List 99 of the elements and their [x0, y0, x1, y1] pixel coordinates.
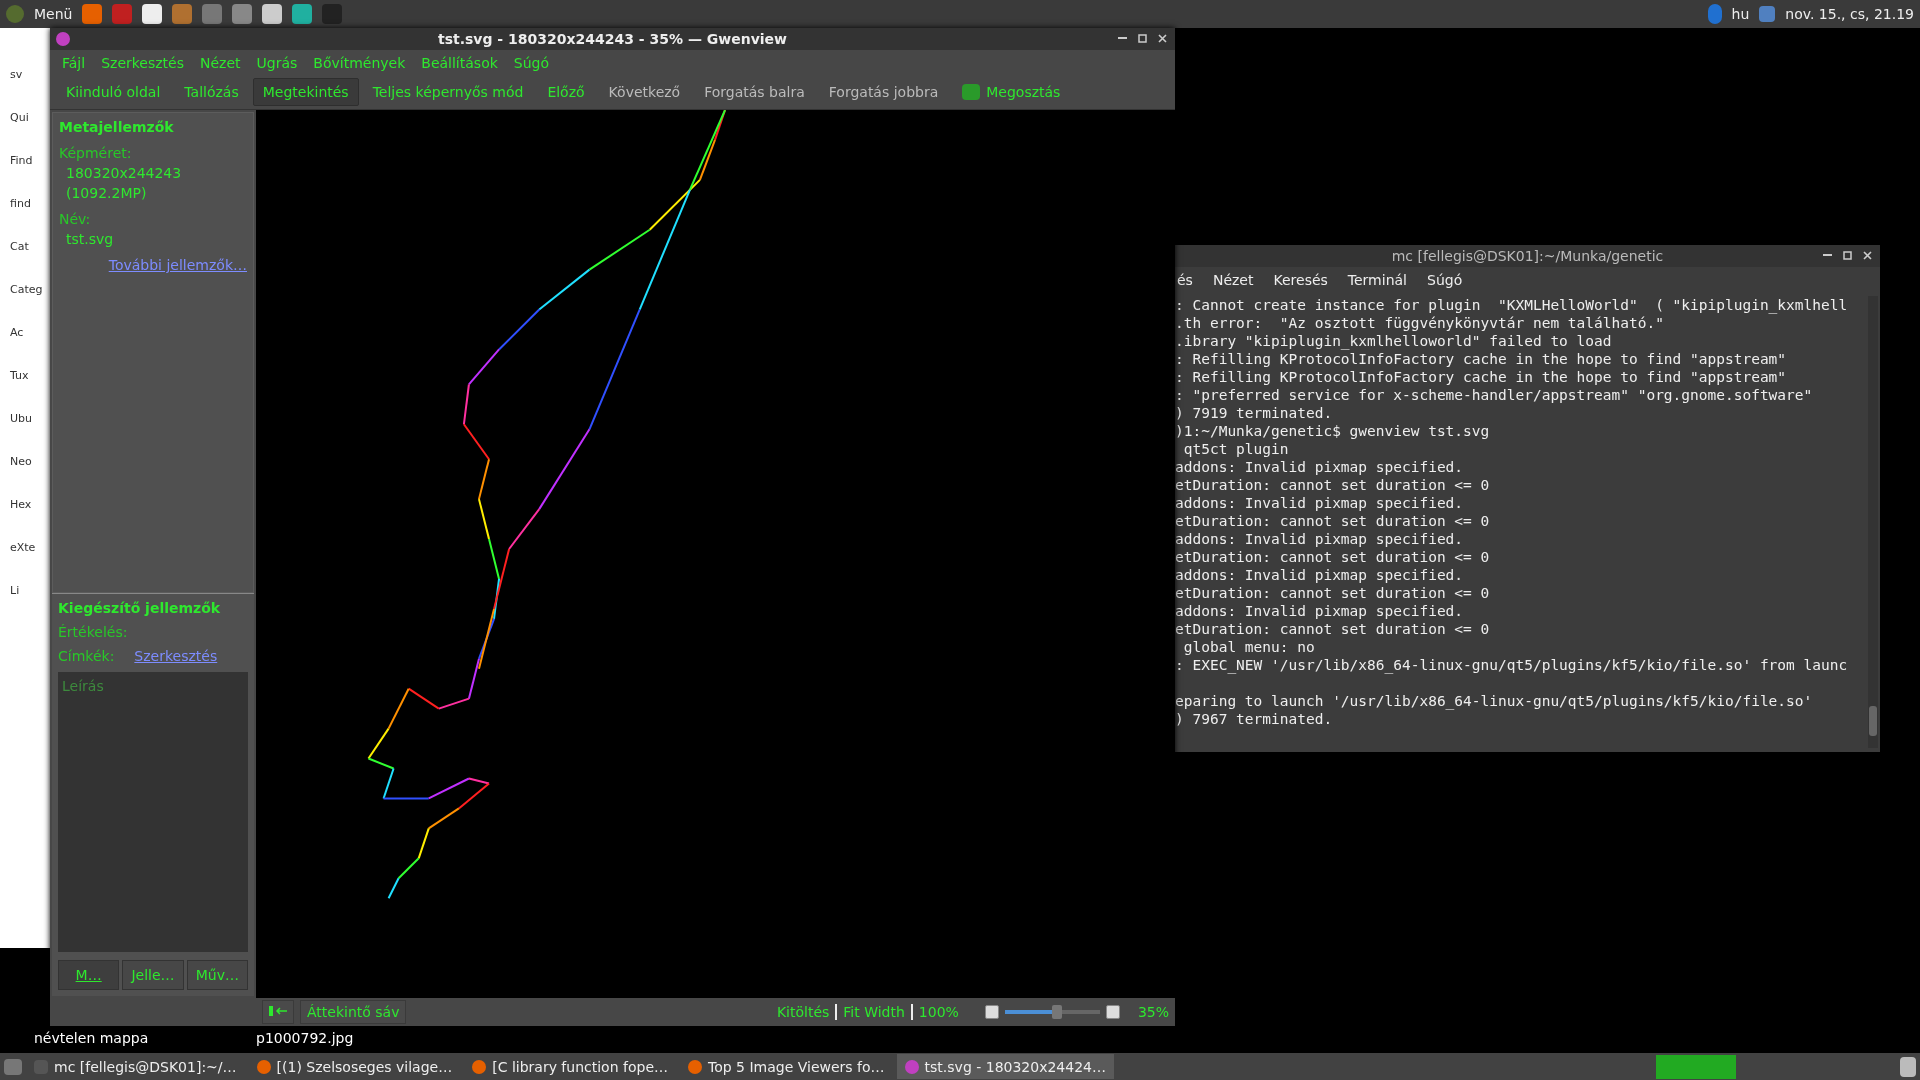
sidebar-tab[interactable]: Jelle… — [122, 960, 184, 990]
toolbar-button[interactable]: Megtekintés — [252, 78, 359, 106]
close-icon — [1862, 250, 1872, 260]
field-label: Képméret: — [59, 145, 133, 161]
menu-item[interactable]: Beállítások — [421, 54, 498, 71]
menu-label[interactable]: Menü — [34, 6, 73, 22]
maximize-icon — [1842, 250, 1852, 260]
page-text: Hex — [10, 498, 33, 511]
menu-item[interactable]: Nézet — [1212, 271, 1254, 288]
toolbar-button[interactable]: Teljes képernyős mód — [362, 78, 534, 106]
toolbar-button[interactable]: Tallózás — [174, 78, 249, 106]
window-title: tst.svg - 180320x244243 - 35% — Gwenview — [437, 31, 788, 47]
zoom-in-button[interactable] — [1105, 1005, 1120, 1019]
page-text: Cat — [10, 240, 30, 253]
page-text: Qui — [10, 111, 30, 124]
zoom-mode[interactable]: Kitöltés — [776, 1004, 830, 1020]
maximize-button[interactable] — [1135, 31, 1149, 45]
terminal-line: .ibrary "kipiplugin_kxmlhelloworld" failed to load — [1175, 332, 1613, 350]
taskbar-button[interactable]: Top 5 Image Viewers fo… — [680, 1054, 893, 1079]
page-text: find — [10, 197, 32, 210]
terminal-line: ) 7919 terminated. — [1175, 404, 1334, 422]
clock[interactable]: nov. 15., cs, 21.19 — [1785, 6, 1914, 22]
terminal-line: ) 7967 terminated. — [1175, 710, 1334, 728]
terminal-line: : "preferred service for x-scheme-handler/appstream" "org.gnome.software" — [1175, 386, 1814, 404]
menu-item[interactable]: Bővítmények — [313, 54, 406, 71]
terminal-line: qt5ct plugin — [1182, 440, 1290, 458]
terminal-line: .th error: "Az osztott függvénykönyvtár nem található." — [1175, 314, 1665, 332]
terminal-line: )1:~/Munka/genetic$ gwenview tst.svg — [1175, 422, 1491, 440]
terminal-line: addons: Invalid pixmap specified. — [1175, 458, 1465, 476]
taskbar-button[interactable]: tst.svg - 180320x24424… — [896, 1054, 1114, 1079]
terminal-line: eparing to launch '/usr/lib/x86_64-linux-gnu/qt5/plugins/kf5/kio/file.so' — [1175, 692, 1814, 710]
terminal-line: : Cannot create instance for plugin "KXMLHelloWorld" ( "kipiplugin_kxmlhell — [1175, 296, 1849, 314]
overview-button[interactable]: Áttekintő sáv — [300, 1000, 407, 1024]
terminal-line: global menu: no — [1182, 638, 1316, 656]
close-button[interactable] — [1860, 248, 1874, 262]
field-value: 180320x244243 — [65, 165, 183, 181]
close-button[interactable] — [1155, 31, 1169, 45]
field-value: (1092.2MP) — [65, 185, 148, 201]
zoom-mode[interactable]: 100% — [918, 1004, 959, 1020]
terminal-line: etDuration: cannot set duration <= 0 — [1175, 584, 1491, 602]
zoom-mode[interactable]: Fit Width — [843, 1004, 905, 1020]
menu-item[interactable]: Nézet — [200, 54, 241, 71]
section-heading: Kiegészítő jellemzők — [58, 600, 222, 616]
menu-item[interactable]: és — [1177, 271, 1193, 288]
description-field[interactable]: Leírás — [58, 672, 248, 952]
terminal-line: addons: Invalid pixmap specified. — [1175, 602, 1465, 620]
terminal-line: : EXEC_NEW '/usr/lib/x86_64-linux-gnu/qt5/plugins/kf5/kio/file.so' from launc — [1175, 656, 1849, 674]
taskbar-button[interactable]: [(1) Szelsoseges vilage… — [248, 1054, 461, 1079]
share-button[interactable]: Megosztás — [952, 78, 1071, 106]
terminal-line: addons: Invalid pixmap specified. — [1175, 530, 1465, 548]
sidebar-tab[interactable]: Műv… — [186, 960, 248, 990]
maximize-button[interactable] — [1840, 248, 1854, 262]
terminal-line: etDuration: cannot set duration <= 0 — [1175, 620, 1491, 638]
terminal-line: addons: Invalid pixmap specified. — [1175, 566, 1465, 584]
page-text: Neo — [10, 455, 33, 468]
menu-item[interactable]: Ugrás — [256, 54, 298, 71]
window-title: mc [fellegis@DSK01]:~/Munka/genetic — [1391, 248, 1664, 264]
toolbar-button[interactable]: Kiinduló oldal — [56, 78, 171, 106]
thumbnail-toggle-button[interactable] — [262, 1000, 294, 1024]
taskbar-button[interactable]: [C library function fope… — [464, 1054, 676, 1079]
terminal-line: addons: Invalid pixmap specified. — [1175, 494, 1465, 512]
page-text: Ac — [10, 326, 25, 339]
minimize-icon — [1117, 37, 1127, 39]
terminal-line: etDuration: cannot set duration <= 0 — [1175, 476, 1491, 494]
field-label: Név: — [59, 211, 92, 227]
menu-item[interactable]: Súgó — [513, 54, 550, 71]
menu-item[interactable]: Keresés — [1273, 271, 1328, 288]
terminal-line: etDuration: cannot set duration <= 0 — [1175, 548, 1491, 566]
menu-item[interactable]: Terminál — [1347, 271, 1407, 288]
tags-label: Címkék: — [58, 648, 115, 664]
menu-item[interactable]: Szerkesztés — [101, 54, 184, 71]
terminal-line: : Refilling KProtocolInfoFactory cache in the hope to find "appstream" — [1175, 368, 1788, 386]
terminal-line: : Refilling KProtocolInfoFactory cache in the hope to find "appstream" — [1175, 350, 1788, 368]
rating-label: Értékelés: — [58, 624, 129, 640]
field-value: tst.svg — [65, 231, 115, 247]
page-text: Tux — [10, 369, 30, 382]
scrollbar[interactable] — [1868, 296, 1878, 748]
page-text: Categ — [10, 283, 44, 296]
menu-item[interactable]: Súgó — [1427, 271, 1463, 288]
page-text: sv — [10, 68, 24, 81]
keyboard-layout[interactable]: hu — [1731, 6, 1750, 22]
minimize-icon — [1822, 254, 1832, 256]
page-text: Ubu — [10, 412, 33, 425]
menu-item[interactable]: Fájl — [62, 54, 86, 71]
folder-label: névtelen mappa — [34, 1030, 149, 1046]
maximize-icon — [1137, 33, 1147, 43]
close-icon — [1157, 33, 1167, 43]
arrow-icon — [269, 1005, 287, 1017]
taskbar-button[interactable]: mc [fellegis@DSK01]:~/… — [26, 1054, 245, 1079]
zoom-out-button[interactable] — [984, 1005, 999, 1019]
section-heading: Metajellemzők — [59, 119, 175, 135]
sidebar-tab[interactable]: M… — [58, 960, 120, 990]
file-label: p1000792.jpg — [256, 1030, 354, 1046]
page-text: eXte — [10, 541, 37, 554]
toolbar-button[interactable]: Előző — [537, 78, 595, 106]
page-text: Li — [10, 584, 21, 597]
page-text: Find — [10, 154, 34, 167]
zoom-reading: 35% — [1137, 1004, 1169, 1020]
terminal-line: etDuration: cannot set duration <= 0 — [1175, 512, 1491, 530]
